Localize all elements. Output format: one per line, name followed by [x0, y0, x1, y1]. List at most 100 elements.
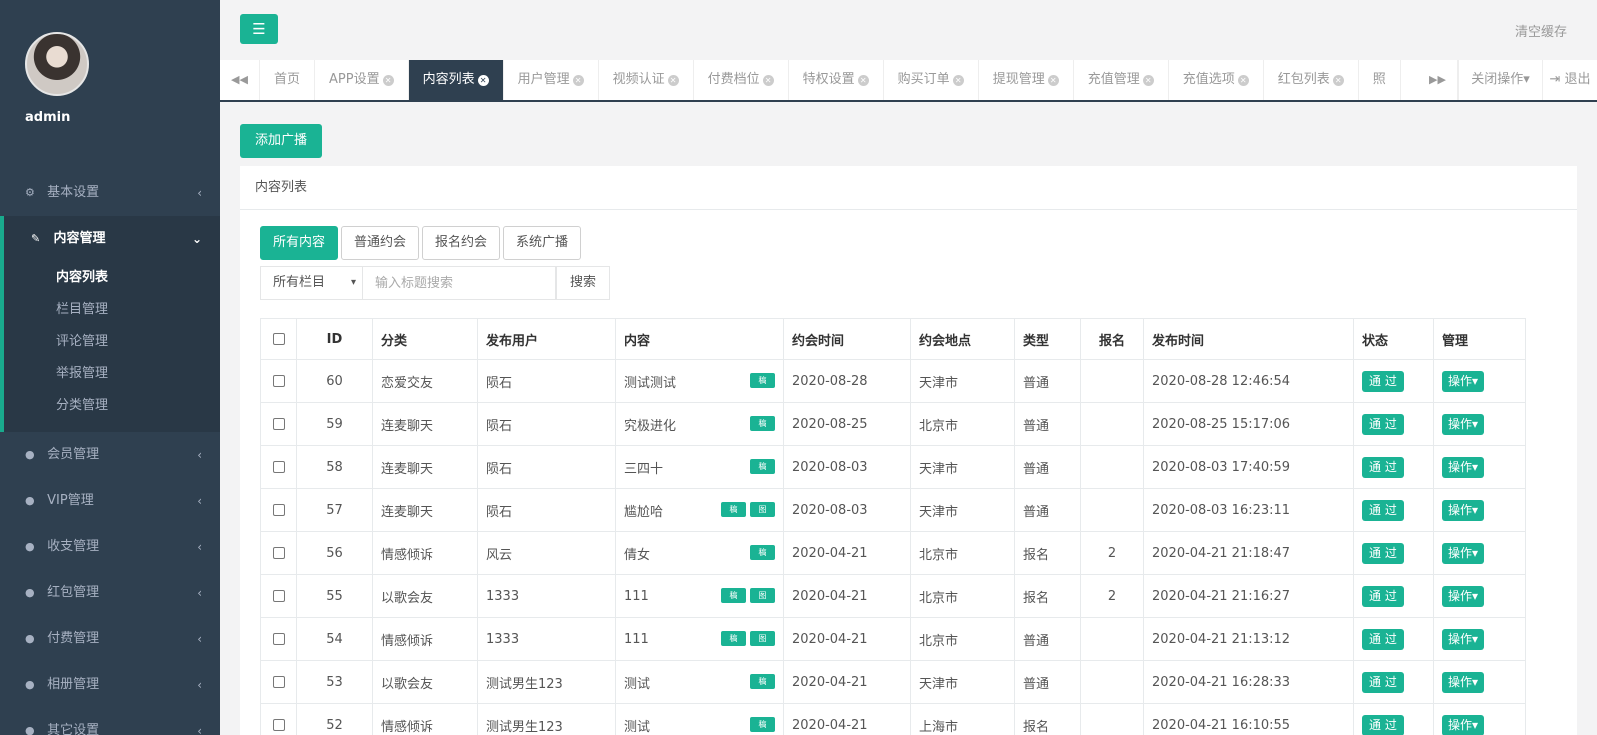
tab-video-verification[interactable]: 视频认证 ✕ [599, 60, 694, 100]
table-row: 57 连麦聊天 陨石 尴尬哈 稿图 2020-08-03 天津市 普通 2020-08-03 1… [260, 488, 1526, 532]
close-icon[interactable]: ✕ [477, 75, 489, 86]
operations-dropdown-button[interactable]: 操作▾ [1442, 456, 1485, 478]
col-date-place[interactable]: 约会地点 [910, 318, 1015, 360]
tab-recharge-management[interactable]: 充值管理 ✕ [1074, 60, 1169, 100]
col-status[interactable]: 状态 [1353, 318, 1434, 360]
submenu-item-category-management[interactable]: 分类管理 [4, 390, 220, 422]
filter-signup-date[interactable]: 报名约会 [422, 226, 501, 260]
sidebar-item-content-management[interactable]: ✎ 内容管理 ⌄ [0, 216, 220, 262]
col-manage[interactable]: 管理 [1433, 318, 1526, 360]
status-badge[interactable]: 通 过 [1362, 370, 1404, 392]
col-category[interactable]: 分类 [372, 318, 478, 360]
add-broadcast-button[interactable]: 添加广播 [240, 124, 322, 158]
select-all-checkbox[interactable] [272, 333, 285, 345]
search-button[interactable]: 搜索 [556, 266, 610, 300]
tabs-prev-button[interactable]: ◀◀ [220, 60, 260, 100]
sidebar-item-finance-management[interactable]: ● 收支管理 ‹ [0, 524, 220, 570]
tab-user-management[interactable]: 用户管理 ✕ [504, 60, 599, 100]
submenu-item-comment-management[interactable]: 评论管理 [4, 326, 220, 358]
tab-privilege-settings[interactable]: 特权设置 ✕ [789, 60, 884, 100]
tab-home[interactable]: 首页 [260, 60, 316, 100]
filter-normal-date[interactable]: 普通约会 [341, 226, 420, 260]
sidebar-item-member-management[interactable]: ● 会员管理 ‹ [0, 432, 220, 478]
close-icon[interactable]: ✕ [382, 75, 394, 86]
sidebar-item-vip-management[interactable]: ● VIP管理 ‹ [0, 478, 220, 524]
close-icon[interactable]: ✕ [952, 75, 964, 86]
status-badge[interactable]: 通 过 [1362, 714, 1404, 735]
tab-purchase-orders[interactable]: 购买订单 ✕ [884, 60, 979, 100]
submenu-item-content-list[interactable]: 内容列表 [4, 262, 220, 294]
operations-dropdown-button[interactable]: 操作▾ [1442, 585, 1485, 607]
logout-button[interactable]: ⇥ 退出 [1542, 60, 1597, 100]
filter-all-content[interactable]: 所有内容 [260, 226, 339, 260]
title-search-input[interactable] [363, 266, 556, 300]
operations-dropdown-button[interactable]: 操作▾ [1442, 542, 1485, 564]
row-checkbox[interactable] [272, 633, 285, 645]
operations-dropdown-button[interactable]: 操作▾ [1442, 413, 1485, 435]
close-icon[interactable]: ✕ [667, 75, 679, 86]
type-cell: 报名 [1014, 574, 1081, 618]
row-checkbox[interactable] [272, 375, 285, 387]
sidebar-item-label: 收支管理 [47, 539, 100, 554]
row-checkbox[interactable] [272, 676, 285, 688]
col-published[interactable]: 发布时间 [1143, 318, 1354, 360]
col-id[interactable]: ID [296, 318, 373, 360]
status-badge[interactable]: 通 过 [1362, 542, 1404, 564]
col-publisher[interactable]: 发布用户 [477, 318, 616, 360]
close-icon[interactable]: ✕ [1047, 75, 1059, 86]
close-icon[interactable]: ✕ [572, 75, 584, 86]
operations-dropdown-button[interactable]: 操作▾ [1442, 499, 1485, 521]
row-checkbox[interactable] [272, 590, 285, 602]
user-icon: ● [25, 632, 35, 645]
operations-dropdown-button[interactable]: 操作▾ [1442, 628, 1485, 650]
status-badge[interactable]: 通 过 [1362, 671, 1404, 693]
close-icon[interactable]: ✕ [1237, 75, 1249, 86]
tab-photo[interactable]: 照 [1359, 60, 1401, 100]
col-content[interactable]: 内容 [615, 318, 784, 360]
sidebar-item-payment-management[interactable]: ● 付费管理 ‹ [0, 616, 220, 662]
status-badge[interactable]: 通 过 [1362, 628, 1404, 650]
close-icon[interactable]: ✕ [857, 75, 869, 86]
admin-name[interactable]: admin [25, 110, 220, 125]
tab-redpacket-list[interactable]: 红包列表 ✕ [1264, 60, 1359, 100]
tab-app-settings[interactable]: APP设置 ✕ [315, 60, 409, 100]
filter-system-broadcast[interactable]: 系统广播 [503, 226, 582, 260]
submenu-item-report-management[interactable]: 举报管理 [4, 358, 220, 390]
tab-content-list[interactable]: 内容列表 ✕ [408, 60, 504, 100]
operations-dropdown-button[interactable]: 操作▾ [1442, 714, 1485, 735]
row-checkbox[interactable] [272, 461, 285, 473]
avatar[interactable] [25, 32, 89, 96]
tab-paid-tiers[interactable]: 付费档位 ✕ [694, 60, 789, 100]
clear-cache-link[interactable]: 清空缓存 [1515, 21, 1567, 40]
status-badge[interactable]: 通 过 [1362, 413, 1404, 435]
status-badge[interactable]: 通 过 [1362, 499, 1404, 521]
row-checkbox[interactable] [272, 719, 285, 731]
close-icon[interactable]: ✕ [762, 75, 774, 86]
col-date-time[interactable]: 约会时间 [783, 318, 911, 360]
column-select[interactable]: 所有栏目 ▾ [260, 266, 363, 300]
row-checkbox[interactable] [272, 504, 285, 516]
col-type[interactable]: 类型 [1014, 318, 1081, 360]
id-cell: 54 [296, 617, 373, 661]
close-operations-dropdown[interactable]: 关闭操作▾ [1458, 60, 1542, 100]
col-signup[interactable]: 报名 [1080, 318, 1144, 360]
sidebar-item-other-settings[interactable]: ● 其它设置 ‹ [0, 708, 220, 735]
close-icon[interactable]: ✕ [1142, 75, 1154, 86]
status-badge[interactable]: 通 过 [1362, 456, 1404, 478]
sidebar-item-redpacket-management[interactable]: ● 红包管理 ‹ [0, 570, 220, 616]
menu-toggle-button[interactable]: ☰ [240, 14, 278, 44]
row-checkbox[interactable] [272, 418, 285, 430]
status-badge[interactable]: 通 过 [1362, 585, 1404, 607]
operations-dropdown-button[interactable]: 操作▾ [1442, 671, 1485, 693]
content-cell: 111 稿图 [615, 617, 784, 661]
close-icon[interactable]: ✕ [1332, 75, 1344, 86]
submenu-item-column-management[interactable]: 栏目管理 [4, 294, 220, 326]
sidebar-item-basic-settings[interactable]: ⚙ 基本设置 ‹ [0, 170, 220, 216]
sidebar-item-album-management[interactable]: ● 相册管理 ‹ [0, 662, 220, 708]
place-cell: 北京市 [910, 402, 1015, 446]
tabs-next-button[interactable]: ▶▶ [1418, 60, 1458, 100]
tab-recharge-options[interactable]: 充值选项 ✕ [1169, 60, 1264, 100]
row-checkbox[interactable] [272, 547, 285, 559]
operations-dropdown-button[interactable]: 操作▾ [1442, 370, 1485, 392]
tab-withdraw-management[interactable]: 提现管理 ✕ [979, 60, 1074, 100]
